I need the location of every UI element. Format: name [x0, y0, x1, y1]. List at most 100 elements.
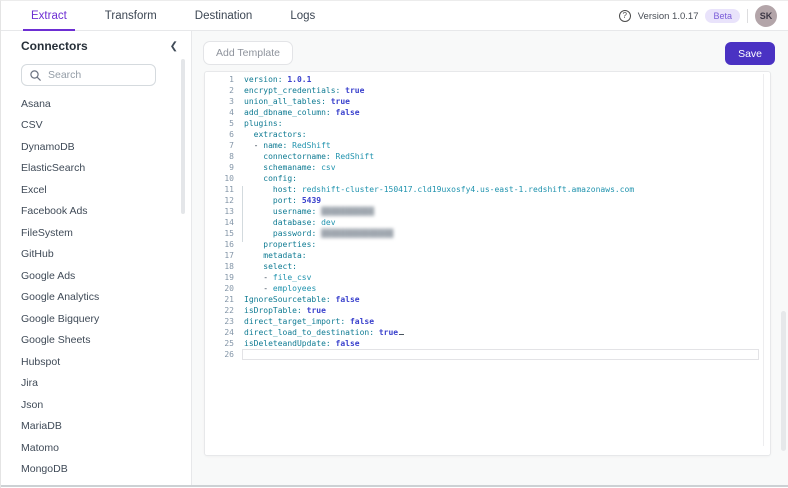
code-line[interactable]: database: dev — [244, 217, 759, 228]
line-number: 6 — [229, 130, 234, 139]
sidebar-item-excel[interactable]: Excel — [1, 179, 192, 201]
line-numbers: 1 2 3 4 5 6 7 8 9 10 11 12 13 14 15 16 17 18 19 20 21 22 23 24 2… — [205, 74, 238, 360]
header-tabs: Extract Transform Destination Logs — [1, 1, 323, 31]
sidebar-item-json[interactable]: Json — [1, 394, 192, 416]
header-right-cluster: ? Version 1.0.17 Beta SK — [618, 1, 777, 31]
tab-logs[interactable]: Logs — [282, 1, 323, 31]
tab-extract[interactable]: Extract — [23, 1, 75, 31]
code-line[interactable]: version: 1.0.1 — [244, 74, 759, 85]
code-line[interactable]: isDeleteandUpdate: false — [244, 338, 759, 349]
text-cursor — [399, 327, 405, 335]
sidebar-item-github[interactable]: GitHub — [1, 244, 192, 266]
sidebar-item-facebook-ads[interactable]: Facebook Ads — [1, 201, 192, 223]
sidebar-item-hubspot[interactable]: Hubspot — [1, 351, 192, 373]
code-editor[interactable]: 1 2 3 4 5 6 7 8 9 10 11 12 13 14 15 16 17 18 19 20 21 22 23 24 2… — [204, 71, 771, 456]
sidebar-item-mariadb[interactable]: MariaDB — [1, 416, 192, 438]
line-number: 12 — [224, 196, 234, 205]
code-line[interactable]: extractors: — [244, 129, 759, 140]
code-line[interactable]: IgnoreSourcetable: false — [244, 294, 759, 305]
window-bottom-edge — [1, 485, 788, 487]
code-line[interactable]: plugins: — [244, 118, 759, 129]
sidebar-item-google-analytics[interactable]: Google Analytics — [1, 287, 192, 309]
line-number: 13 — [224, 207, 234, 216]
sidebar-item-jira[interactable]: Jira — [1, 373, 192, 395]
sidebar-item-google-bigquery[interactable]: Google Bigquery — [1, 308, 192, 330]
line-number: 2 — [229, 86, 234, 95]
code-line[interactable]: host: redshift-cluster-150417.cld19uxosf… — [244, 184, 759, 195]
line-number: 21 — [224, 295, 234, 304]
sidebar-item-dynamodb[interactable]: DynamoDB — [1, 136, 192, 158]
beta-badge: Beta — [705, 9, 740, 23]
avatar[interactable]: SK — [755, 5, 777, 27]
collapse-chevron-icon[interactable]: ❮ — [170, 41, 178, 52]
line-number: 11 — [224, 185, 234, 194]
top-nav-bar: Extract Transform Destination Logs ? Versio… — [1, 1, 788, 31]
line-number: 4 — [229, 108, 234, 117]
code-line[interactable]: password: ███████████████ — [244, 228, 759, 239]
line-number: 25 — [224, 339, 234, 348]
help-icon[interactable]: ? — [618, 10, 631, 22]
code-line[interactable]: connectorname: RedShift — [244, 151, 759, 162]
line-number: 24 — [224, 328, 234, 337]
editor-scrollbar[interactable] — [763, 74, 764, 446]
tab-destination[interactable]: Destination — [187, 1, 261, 31]
code-line[interactable]: direct_target_import: false — [244, 316, 759, 327]
code-line[interactable]: - file_csv — [244, 272, 759, 283]
sidebar-item-mongodb[interactable]: MongoDB — [1, 459, 192, 481]
code-line[interactable] — [242, 349, 759, 360]
tab-transform[interactable]: Transform — [97, 1, 165, 31]
code-line[interactable]: metadata: — [244, 250, 759, 261]
line-number: 1 — [229, 75, 234, 84]
save-button[interactable]: Save — [725, 42, 775, 65]
sidebar-title: Connectors — [21, 39, 88, 53]
sidebar-header: Connectors ❮ — [1, 31, 191, 61]
code-line[interactable]: union_all_tables: true — [244, 96, 759, 107]
line-number: 17 — [224, 251, 234, 260]
code-line[interactable]: port: 5439 — [244, 195, 759, 206]
sidebar-item-csv[interactable]: CSV — [1, 115, 192, 137]
code-line[interactable]: properties: — [244, 239, 759, 250]
code-content: version: 1.0.1 encrypt_credentials: true u… — [242, 74, 759, 360]
code-line[interactable]: username: ███████████ — [244, 206, 759, 217]
app-window: Extract Transform Destination Logs ? Versio… — [1, 1, 788, 488]
header-divider — [747, 9, 748, 23]
code-line[interactable]: encrypt_credentials: true — [244, 85, 759, 96]
version-label: Version 1.0.17 — [637, 10, 699, 22]
code-line[interactable]: direct_load_to_destination: true — [244, 327, 759, 338]
line-number: 22 — [224, 306, 234, 315]
sidebar-item-elasticsearch[interactable]: ElasticSearch — [1, 158, 192, 180]
line-number: 10 — [224, 174, 234, 183]
line-number: 15 — [224, 229, 234, 238]
code-line[interactable]: config: — [244, 173, 759, 184]
line-number: 14 — [224, 218, 234, 227]
line-number: 26 — [224, 350, 234, 359]
sidebar-item-google-ads[interactable]: Google Ads — [1, 265, 192, 287]
code-line[interactable]: schemaname: csv — [244, 162, 759, 173]
code-line[interactable]: - name: RedShift — [244, 140, 759, 151]
code-line[interactable]: select: — [244, 261, 759, 272]
line-number: 18 — [224, 262, 234, 271]
line-number: 7 — [229, 141, 234, 150]
line-number: 19 — [224, 273, 234, 282]
sidebar-item-filesystem[interactable]: FileSystem — [1, 222, 192, 244]
add-template-button[interactable]: Add Template — [203, 41, 294, 65]
line-number: 3 — [229, 97, 234, 106]
indent-guide — [242, 186, 243, 242]
sidebar-item-asana[interactable]: Asana — [1, 93, 192, 115]
code-line[interactable]: add_dbname_column: false — [244, 107, 759, 118]
code-line[interactable]: isDropTable: true — [244, 305, 759, 316]
page-scrollbar[interactable] — [781, 311, 786, 451]
search-icon — [30, 69, 41, 81]
line-number: 20 — [224, 284, 234, 293]
search-box — [21, 64, 156, 86]
sidebar-item-google-sheets[interactable]: Google Sheets — [1, 330, 192, 352]
sidebar-item-matomo[interactable]: Matomo — [1, 437, 192, 459]
code-line[interactable]: - employees — [244, 283, 759, 294]
search-input[interactable] — [48, 69, 147, 81]
line-number: 9 — [229, 163, 234, 172]
line-number: 16 — [224, 240, 234, 249]
line-number: 23 — [224, 317, 234, 326]
sidebar-scrollbar[interactable] — [181, 59, 185, 214]
main-panel: Add Template Save 1 2 3 4 5 6 7 8 9 10 11 12 13 14 15 1… — [192, 31, 788, 485]
connectors-sidebar: Connectors ❮ AsanaCSVDynamoDBElasticSear… — [1, 31, 192, 485]
